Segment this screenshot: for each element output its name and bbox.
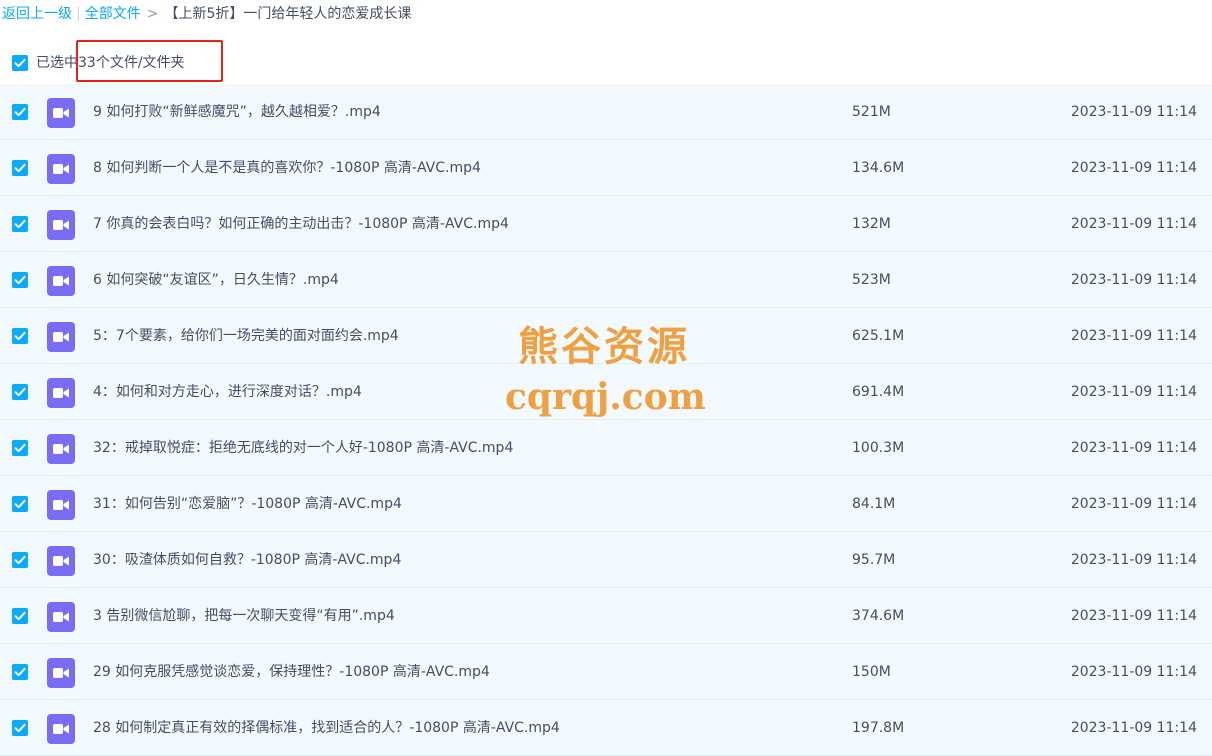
file-name[interactable]: 7 你真的会表白吗？如何正确的主动出击？-1080P 高清-AVC.mp4: [93, 196, 509, 252]
file-name[interactable]: 8 如何判断一个人是不是真的喜欢你？-1080P 高清-AVC.mp4: [93, 140, 481, 196]
file-modified-time: 2023-11-09 11:14: [1070, 384, 1197, 400]
chevron-right-icon: >: [146, 6, 159, 22]
watermark-url: cqrqj.com: [505, 376, 706, 418]
video-file-icon: [47, 154, 75, 184]
file-modified-time: 2023-11-09 11:14: [1070, 440, 1197, 456]
watermark-title: 熊谷资源: [518, 323, 690, 370]
file-row[interactable]: 32：戒掉取悦症：拒绝无底线的对一个人好-1080P 高清-AVC.mp4 100…: [0, 420, 1212, 476]
file-modified-time: 2023-11-09 11:14: [1070, 160, 1197, 176]
row-checkbox[interactable]: [12, 664, 28, 680]
row-checkbox[interactable]: [12, 552, 28, 568]
video-file-icon: [47, 266, 75, 296]
row-checkbox[interactable]: [12, 440, 28, 456]
file-modified-time: 2023-11-09 11:14: [1070, 328, 1197, 344]
file-size: 95.7M: [852, 552, 896, 568]
highlight-annotation-box: [76, 40, 223, 82]
breadcrumb: 返回上一级 | 全部文件 > 【上新5折】一门给年轻人的恋爱成长课: [2, 0, 411, 28]
file-size: 84.1M: [852, 496, 896, 512]
video-file-icon: [47, 98, 75, 128]
video-file-icon: [47, 322, 75, 352]
file-name[interactable]: 32：戒掉取悦症：拒绝无底线的对一个人好-1080P 高清-AVC.mp4: [93, 420, 513, 476]
file-size: 132M: [852, 216, 891, 232]
file-size: 691.4M: [852, 384, 905, 400]
file-size: 197.8M: [852, 720, 905, 736]
file-modified-time: 2023-11-09 11:14: [1070, 608, 1197, 624]
file-name[interactable]: 4：如何和对方走心，进行深度对话？.mp4: [93, 364, 362, 420]
row-checkbox[interactable]: [12, 384, 28, 400]
row-checkbox[interactable]: [12, 496, 28, 512]
file-name[interactable]: 28 如何制定真正有效的择偶标准，找到适合的人？-1080P 高清-AVC.mp…: [93, 700, 560, 756]
breadcrumb-separator: |: [76, 6, 81, 22]
selection-prefix: 已选中: [36, 55, 78, 71]
row-checkbox[interactable]: [12, 608, 28, 624]
row-checkbox[interactable]: [12, 216, 28, 232]
video-file-icon: [47, 602, 75, 632]
file-row[interactable]: 3 告别微信尬聊，把每一次聊天变得“有用”.mp4 374.6M 2023-11-0…: [0, 588, 1212, 644]
file-name[interactable]: 5：7个要素，给你们一场完美的面对面约会.mp4: [93, 308, 399, 364]
file-row[interactable]: 6 如何突破“友谊区”，日久生情？.mp4 523M 2023-11-09 11:1…: [0, 252, 1212, 308]
file-name[interactable]: 31：如何告别“恋爱脑”？-1080P 高清-AVC.mp4: [93, 476, 402, 532]
row-checkbox[interactable]: [12, 328, 28, 344]
file-modified-time: 2023-11-09 11:14: [1070, 664, 1197, 680]
back-link[interactable]: 返回上一级: [2, 6, 72, 22]
file-row[interactable]: 8 如何判断一个人是不是真的喜欢你？-1080P 高清-AVC.mp4 134.6…: [0, 140, 1212, 196]
video-file-icon: [47, 210, 75, 240]
file-name[interactable]: 3 告别微信尬聊，把每一次聊天变得“有用”.mp4: [93, 588, 395, 644]
video-file-icon: [47, 714, 75, 744]
file-modified-time: 2023-11-09 11:14: [1070, 720, 1197, 736]
file-row[interactable]: 28 如何制定真正有效的择偶标准，找到适合的人？-1080P 高清-AVC.mp…: [0, 700, 1212, 756]
file-size: 134.6M: [852, 160, 905, 176]
current-folder-title: 【上新5折】一门给年轻人的恋爱成长课: [164, 6, 412, 22]
all-files-link[interactable]: 全部文件: [85, 6, 141, 22]
file-size: 150M: [852, 664, 891, 680]
file-modified-time: 2023-11-09 11:14: [1070, 272, 1197, 288]
file-name[interactable]: 9 如何打败“新鲜感魔咒”，越久越相爱？.mp4: [93, 84, 381, 140]
row-checkbox[interactable]: [12, 160, 28, 176]
file-size: 100.3M: [852, 440, 905, 456]
video-file-icon: [47, 546, 75, 576]
video-file-icon: [47, 378, 75, 408]
file-size: 374.6M: [852, 608, 905, 624]
row-checkbox[interactable]: [12, 272, 28, 288]
file-row[interactable]: 9 如何打败“新鲜感魔咒”，越久越相爱？.mp4 521M 2023-11-09 1…: [0, 84, 1212, 140]
file-row[interactable]: 7 你真的会表白吗？如何正确的主动出击？-1080P 高清-AVC.mp4 132…: [0, 196, 1212, 252]
file-name[interactable]: 29 如何克服凭感觉谈恋爱，保持理性？-1080P 高清-AVC.mp4: [93, 644, 490, 700]
file-size: 523M: [852, 272, 891, 288]
file-row[interactable]: 30：吸渣体质如何自救？-1080P 高清-AVC.mp4 95.7M 2023-1…: [0, 532, 1212, 588]
file-row[interactable]: 29 如何克服凭感觉谈恋爱，保持理性？-1080P 高清-AVC.mp4 150M…: [0, 644, 1212, 700]
file-name[interactable]: 30：吸渣体质如何自救？-1080P 高清-AVC.mp4: [93, 532, 401, 588]
file-size: 625.1M: [852, 328, 905, 344]
file-modified-time: 2023-11-09 11:14: [1070, 216, 1197, 232]
file-name[interactable]: 6 如何突破“友谊区”，日久生情？.mp4: [93, 252, 339, 308]
file-row[interactable]: 31：如何告别“恋爱脑”？-1080P 高清-AVC.mp4 84.1M 2023-…: [0, 476, 1212, 532]
video-file-icon: [47, 658, 75, 688]
video-file-icon: [47, 434, 75, 464]
video-file-icon: [47, 490, 75, 520]
file-list: 9 如何打败“新鲜感魔咒”，越久越相爱？.mp4 521M 2023-11-09 1…: [0, 84, 1212, 756]
row-checkbox[interactable]: [12, 720, 28, 736]
select-all-checkbox[interactable]: [12, 55, 28, 71]
file-size: 521M: [852, 104, 891, 120]
row-checkbox[interactable]: [12, 104, 28, 120]
file-modified-time: 2023-11-09 11:14: [1070, 552, 1197, 568]
file-modified-time: 2023-11-09 11:14: [1070, 496, 1197, 512]
file-modified-time: 2023-11-09 11:14: [1070, 104, 1197, 120]
